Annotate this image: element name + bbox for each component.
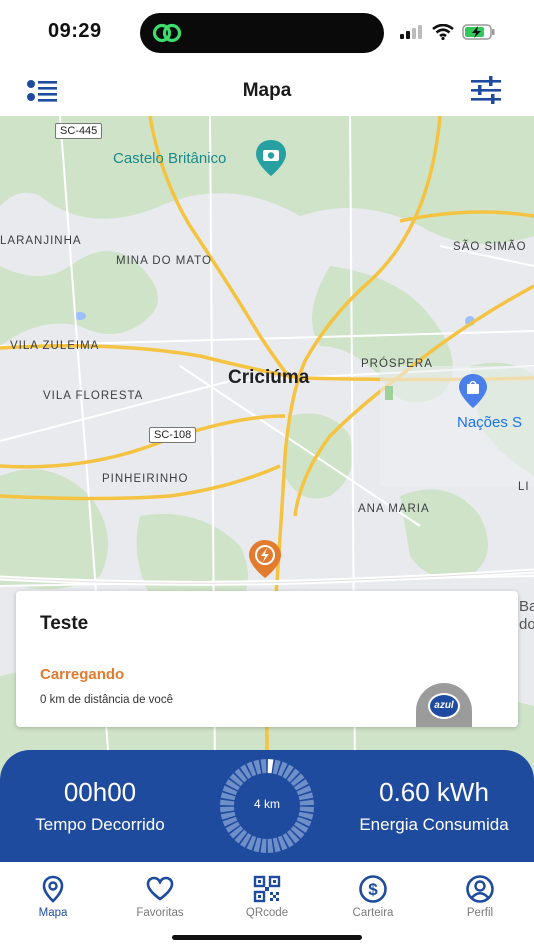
area-label-sao-simao: SÃO SIMÃO xyxy=(453,241,527,253)
road-label-sc108: SC-108 xyxy=(149,427,197,443)
user-icon xyxy=(466,875,494,903)
nav-item-favoritas[interactable]: Favoritas xyxy=(115,874,205,919)
nav-item-perfil[interactable]: Perfil xyxy=(435,874,525,919)
map-pin-icon xyxy=(42,875,64,903)
bottom-nav: Mapa Favoritas QRcode $ Carteira Perfil xyxy=(0,862,534,950)
progress-gauge: 4 km xyxy=(219,758,315,854)
qrcode-icon xyxy=(253,875,281,903)
area-label-vila-zuleima: VILA ZULEIMA xyxy=(10,340,100,352)
area-label-mina-do-mato: MINA DO MATO xyxy=(116,255,212,267)
charging-panel: 00h00 Tempo Decorrido 4 km 0.60 kWh Ener… xyxy=(0,750,534,862)
nav-label: Perfil xyxy=(466,907,494,919)
status-icons xyxy=(400,24,496,40)
station-card[interactable]: Teste Carregando 0 km de distância de vo… xyxy=(16,591,518,727)
energy-block: 0.60 kWh Energia Consumida xyxy=(334,777,534,835)
brand-tab: azul xyxy=(416,683,472,727)
page-title: Mapa xyxy=(242,80,292,101)
gauge-segment xyxy=(267,838,274,853)
status-bar: 09:29 xyxy=(0,0,534,66)
camera-poi-icon[interactable] xyxy=(256,140,286,176)
gauge-segment xyxy=(260,759,267,774)
energy-label: Energia Consumida xyxy=(359,815,509,834)
nav-item-mapa[interactable]: Mapa xyxy=(8,874,98,919)
nav-label: QRcode xyxy=(245,907,289,919)
dynamic-island xyxy=(140,13,384,53)
city-label-criciuma: Criciúma xyxy=(228,367,310,388)
status-time: 09:29 xyxy=(48,20,102,42)
nav-item-carteira[interactable]: $ Carteira xyxy=(328,874,418,919)
svg-text:$: $ xyxy=(368,880,378,899)
gauge-segment xyxy=(260,838,267,853)
energy-value: 0.60 kWh xyxy=(379,777,489,807)
home-indicator xyxy=(172,935,362,940)
nav-label: Carteira xyxy=(352,907,394,919)
sliders-icon[interactable] xyxy=(470,76,502,104)
road-label-sc445: SC-445 xyxy=(55,123,103,139)
elapsed-time-label: Tempo Decorrido xyxy=(35,815,165,834)
station-status: Carregando xyxy=(40,666,125,683)
nav-item-qrcode[interactable]: QRcode xyxy=(222,874,312,919)
nav-label: Favoritas xyxy=(136,907,184,919)
brand-logo: azul xyxy=(428,693,460,719)
area-label-ana-maria: ANA MARIA xyxy=(358,503,430,515)
app-header: Mapa xyxy=(0,66,534,116)
area-label-pinheirinho: PINHEIRINHO xyxy=(102,473,189,485)
elapsed-time-block: 00h00 Tempo Decorrido xyxy=(0,777,200,835)
link-icon xyxy=(152,23,182,43)
dollar-icon: $ xyxy=(359,875,387,903)
poi-label-edge-ba: Ba xyxy=(519,598,534,615)
nav-label: Mapa xyxy=(38,907,68,919)
poi-label-edge-do: do xyxy=(519,616,534,633)
station-title: Teste xyxy=(40,613,89,634)
charging-station-marker-icon[interactable] xyxy=(249,540,281,578)
area-label-vila-floresta: VILA FLORESTA xyxy=(43,390,144,402)
gauge-text: 4 km xyxy=(253,797,280,811)
heart-icon xyxy=(146,876,174,901)
area-label-edge-li: LI xyxy=(518,481,530,493)
wifi-icon xyxy=(432,24,454,40)
area-label-prospera: PRÓSPERA xyxy=(361,358,433,370)
area-label-laranjinha: LARANJINHA xyxy=(0,235,82,247)
station-distance: 0 km de distância de você xyxy=(40,694,173,706)
signal-icon xyxy=(400,25,422,39)
shopping-poi-icon[interactable] xyxy=(459,374,487,408)
poi-label-castelo: Castelo Britânico xyxy=(113,150,227,167)
poi-label-nacoes: Nações S xyxy=(457,414,523,431)
battery-charging-icon xyxy=(462,24,495,40)
gauge-segment xyxy=(267,759,274,774)
elapsed-time-value: 00h00 xyxy=(63,777,137,807)
